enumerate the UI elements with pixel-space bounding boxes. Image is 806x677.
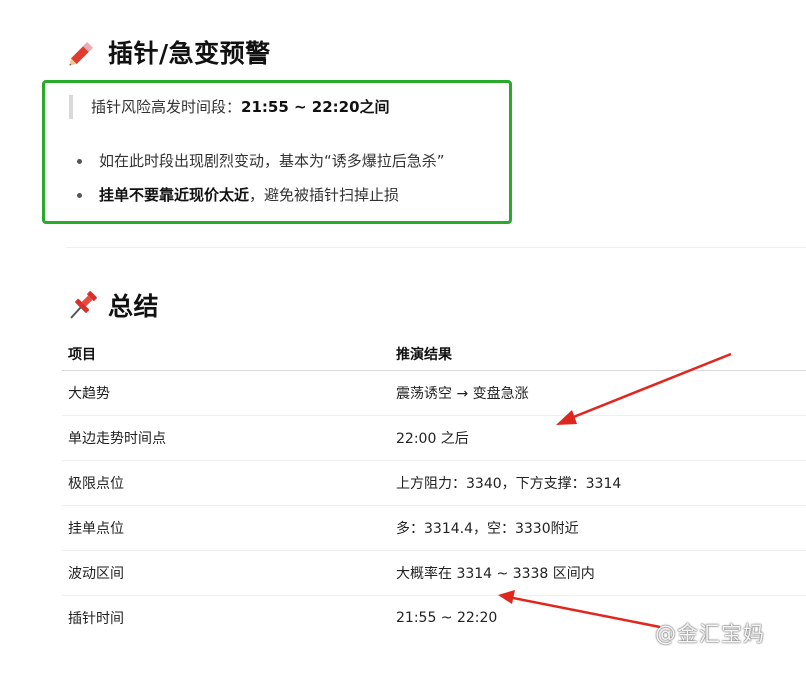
summary-heading: 总结 — [66, 287, 159, 323]
column-header-result: 推演结果 — [390, 337, 806, 371]
table-row: 大趋势 震荡诱空 → 变盘急涨 — [62, 370, 806, 416]
table-cell: 多：3314.4，空：3330附近 — [390, 505, 806, 551]
table-cell: 大概率在 3314 ~ 3338 区间内 — [390, 550, 806, 596]
table-cell: 插针时间 — [68, 611, 124, 627]
table-cell: 震荡诱空 → 变盘急涨 — [390, 370, 806, 416]
list-item: 如在此时段出现剧烈变动，基本为“诱多爆拉后急杀” — [77, 149, 445, 173]
warning-heading: 插针/急变预警 — [66, 34, 271, 70]
table-cell: 极限点位 — [62, 460, 390, 506]
table-cell: 波动区间 — [62, 550, 390, 596]
table-row: 波动区间 大概率在 3314 ~ 3338 区间内 — [62, 550, 806, 596]
table-row: 挂单点位 多：3314.4，空：3330附近 — [62, 505, 806, 551]
table-cell: 上方阻力：3340，下方支撑：3314 — [390, 460, 806, 506]
list-item: 挂单不要靠近现价太近，避免被插针扫掉止损 — [77, 183, 445, 207]
warning-list: 如在此时段出现剧烈变动，基本为“诱多爆拉后急杀” 挂单不要靠近现价太近，避免被插… — [77, 149, 445, 217]
table-cell: 挂单点位 — [62, 505, 390, 551]
bullet-bold: 挂单不要靠近现价太近 — [99, 186, 250, 204]
table-cell: 大趋势 — [62, 370, 390, 416]
pencil-icon — [66, 35, 100, 69]
watermark: @金汇宝妈 — [655, 622, 765, 646]
bullet-text: 如在此时段出现剧烈变动，基本为“诱多爆拉后急杀” — [99, 152, 445, 170]
column-header-item: 项目 — [62, 337, 390, 371]
risk-window-quote: 插针风险高发时间段：21:55 ~ 22:20之间 — [69, 95, 390, 119]
quote-time: 21:55 ~ 22:20之间 — [241, 98, 390, 116]
warning-box: 插针风险高发时间段：21:55 ~ 22:20之间 如在此时段出现剧烈变动，基本… — [42, 80, 512, 224]
table-cell: 单边走势时间点 — [62, 415, 390, 461]
warning-title: 插针/急变预警 — [108, 39, 271, 68]
summary-title: 总结 — [108, 292, 160, 321]
quote-prefix: 插针风险高发时间段： — [91, 98, 242, 116]
table-header-row: 项目 推演结果 — [62, 337, 806, 371]
section-divider — [66, 247, 806, 248]
pushpin-icon — [66, 288, 100, 322]
bullet-text: ，避免被插针扫掉止损 — [249, 186, 400, 204]
table-row: 极限点位 上方阻力：3340，下方支撑：3314 — [62, 460, 806, 506]
table-cell: 22:00 之后 — [390, 415, 806, 461]
table-row: 单边走势时间点 22:00 之后 — [62, 415, 806, 461]
summary-table: 项目 推演结果 大趋势 震荡诱空 → 变盘急涨 单边走势时间点 22:00 之后 极… — [62, 337, 806, 640]
